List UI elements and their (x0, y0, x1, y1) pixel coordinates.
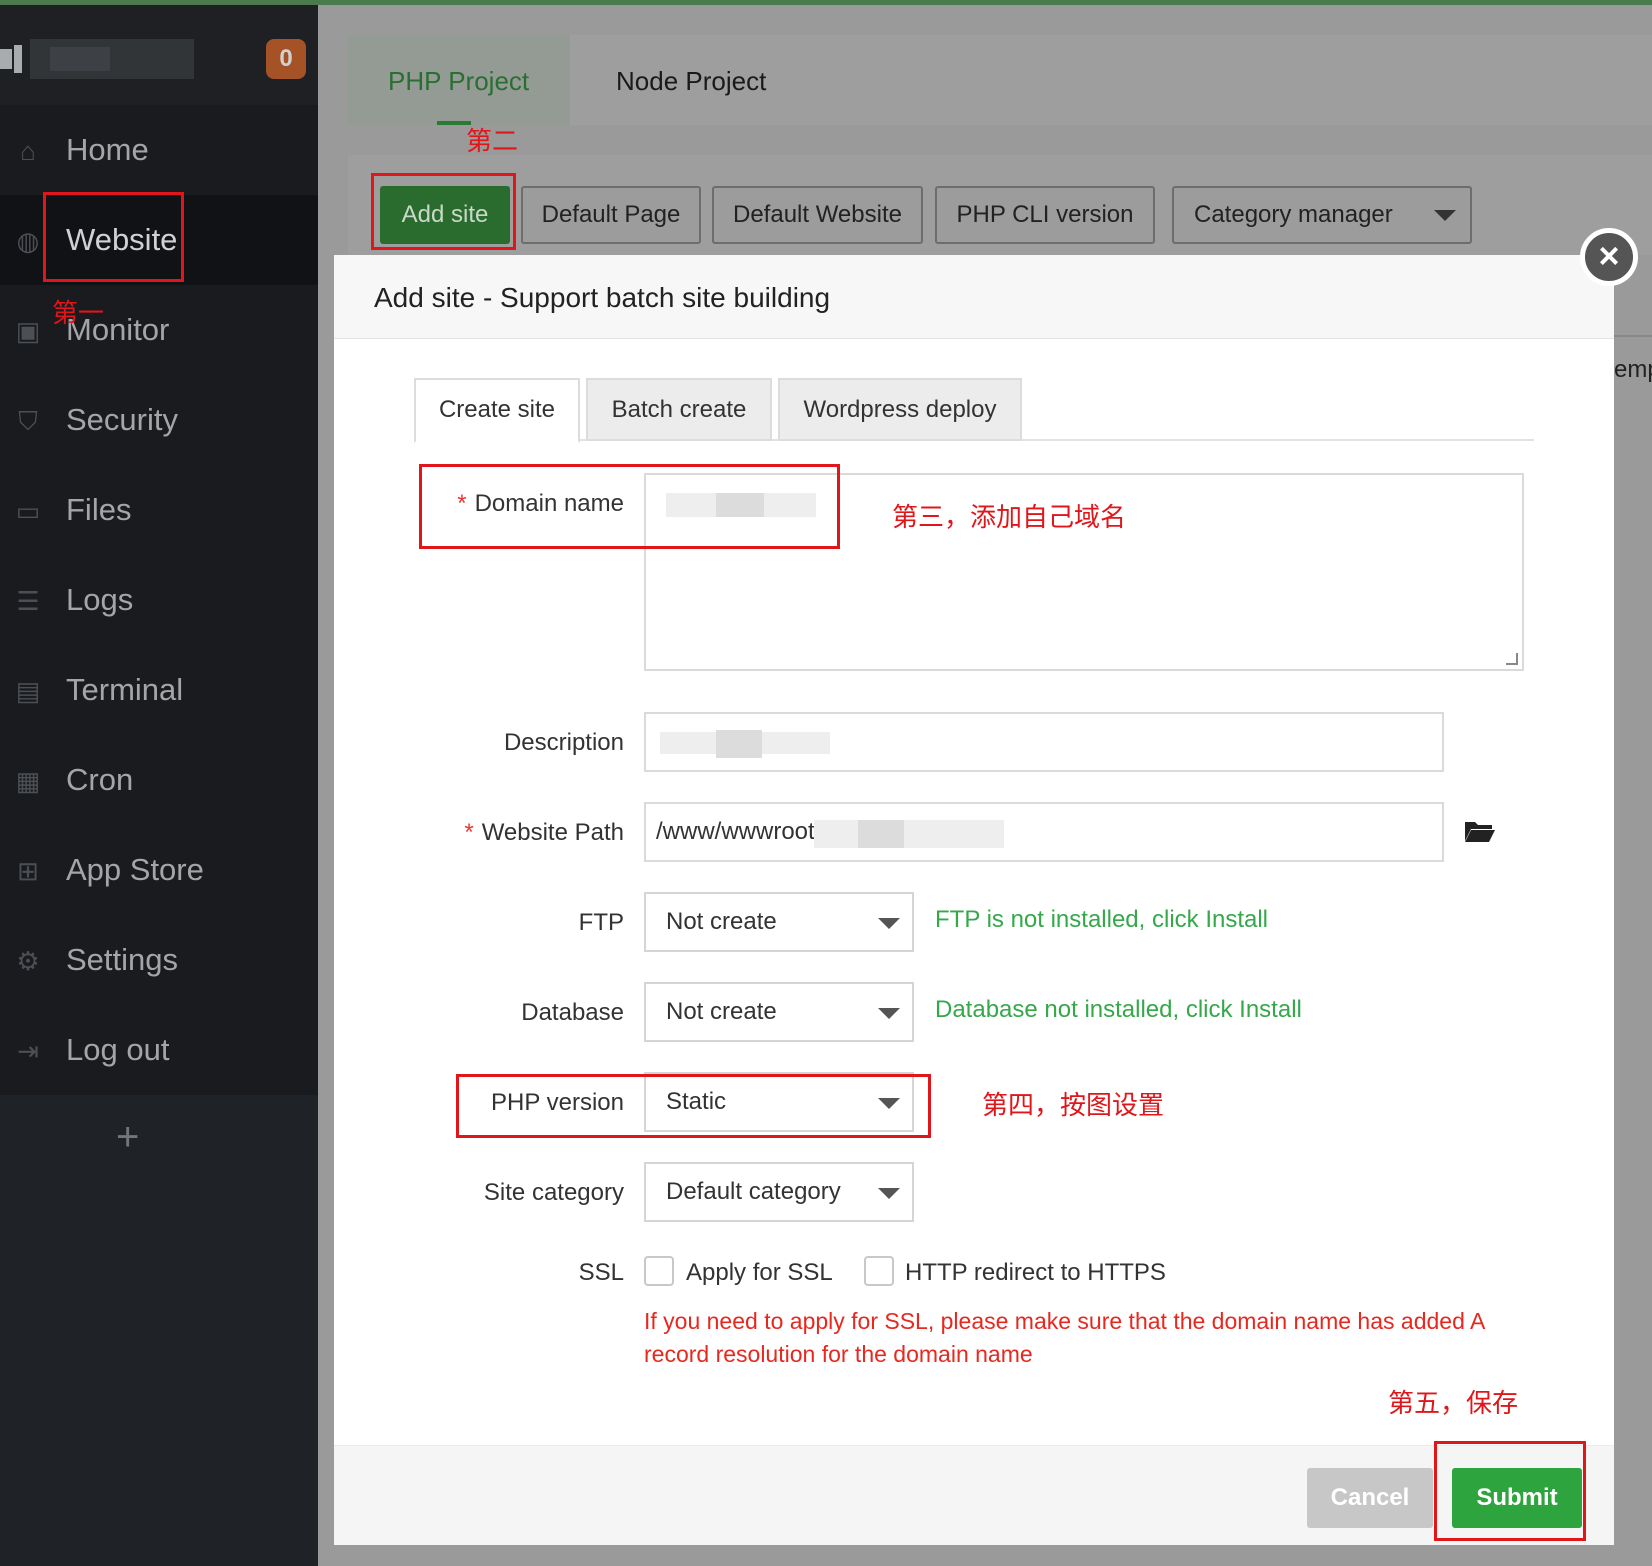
calendar-icon: ▦ (15, 766, 41, 796)
https-redirect-checkbox[interactable] (864, 1256, 894, 1286)
modal-header: Add site - Support batch site building (334, 255, 1614, 339)
tab-wordpress-deploy[interactable]: Wordpress deploy (778, 378, 1022, 441)
folder-icon: ▭ (15, 496, 41, 526)
https-redirect-label[interactable]: HTTP redirect to HTTPS (905, 1259, 1166, 1287)
site-category-select[interactable]: Default category (644, 1162, 914, 1222)
sidebar-item-cron[interactable]: ▦ Cron (0, 735, 318, 825)
sidebar-item-label: Settings (66, 942, 179, 977)
shield-icon: ⛉ (18, 406, 38, 436)
modal-title: Add site - Support batch site building (374, 282, 831, 313)
description-input[interactable] (644, 712, 1444, 772)
tab-php-project-label[interactable]: PHP Project (388, 66, 529, 97)
required-mark: * (464, 819, 474, 846)
annotation-step3: 第三，添加自己域名 (892, 503, 1127, 533)
home-icon: ⌂ (20, 136, 36, 166)
chevron-down-icon (878, 918, 900, 929)
sidebar-item-label: Files (66, 492, 132, 527)
background-divider (1614, 335, 1652, 337)
annotation-step1: 第一 (52, 299, 105, 329)
annotation-box-submit (1434, 1441, 1586, 1541)
category-manager-dropdown[interactable]: Category manager (1172, 186, 1472, 244)
resize-handle-icon[interactable] (1506, 653, 1518, 665)
database-install-link[interactable]: Database not installed, click Install (935, 996, 1302, 1024)
annotation-step5: 第五，保存 (1388, 1389, 1519, 1419)
annotation-box-php-version (456, 1074, 931, 1138)
description-label: Description (503, 729, 624, 756)
logout-icon: ⇥ (17, 1036, 39, 1066)
site-category-select-value: Default category (666, 1178, 841, 1205)
server-icon (0, 39, 22, 75)
sidebar-item-app-store[interactable]: ⊞ App Store (0, 825, 318, 915)
tab-create-site[interactable]: Create site (414, 378, 580, 443)
sidebar-item-logout[interactable]: ⇥ Log out (0, 1005, 318, 1095)
annotation-box-add-site (371, 173, 516, 250)
sidebar-item-label: Cron (66, 762, 134, 797)
default-page-button[interactable]: Default Page (521, 186, 701, 244)
annotation-box-domain (419, 464, 840, 549)
folder-open-icon[interactable] (1464, 819, 1496, 843)
chevron-down-icon (1434, 210, 1456, 221)
sidebar-item-terminal[interactable]: ▤ Terminal (0, 645, 318, 735)
default-website-button[interactable]: Default Website (712, 186, 923, 244)
chevron-down-icon (878, 1008, 900, 1019)
sidebar-footer (0, 1095, 318, 1566)
database-select[interactable]: Not create (644, 982, 914, 1042)
database-select-value: Not create (666, 998, 777, 1025)
sidebar-item-settings[interactable]: ⚙ Settings (0, 915, 318, 1005)
grid-icon: ⊞ (17, 856, 39, 886)
apply-ssl-label[interactable]: Apply for SSL (686, 1259, 833, 1287)
sidebar-item-logs[interactable]: ☰ Logs (0, 555, 318, 645)
ssl-warning-note: If you need to apply for SSL, please mak… (644, 1308, 1485, 1367)
blurred-value (814, 820, 1004, 848)
server-name-blurred (30, 39, 194, 79)
monitor-icon: ▣ (15, 316, 41, 346)
terminal-icon: ▤ (15, 676, 41, 706)
log-icon: ☰ (16, 586, 40, 616)
sidebar-header: 0 (0, 5, 318, 105)
gear-icon: ⚙ (16, 946, 40, 976)
ftp-install-link[interactable]: FTP is not installed, click Install (935, 906, 1268, 934)
add-site-modal: Add site - Support batch site building C… (334, 255, 1614, 1545)
website-path-input[interactable]: /www/wwwroot (644, 802, 1444, 862)
annotation-step4: 第四，按图设置 (982, 1091, 1165, 1121)
ftp-label: FTP (578, 909, 624, 936)
apply-ssl-checkbox[interactable] (644, 1256, 674, 1286)
website-path-label: * Website Path (434, 819, 624, 847)
ftp-select-value: Not create (666, 908, 777, 935)
add-shortcut-button[interactable]: + (116, 1115, 139, 1160)
site-category-label: Site category (483, 1179, 624, 1206)
background-partial-text: emp (1614, 356, 1652, 383)
sidebar-item-security[interactable]: ⛉ Security (0, 375, 318, 465)
sidebar-item-label: Security (66, 402, 178, 437)
blurred-value (858, 820, 904, 848)
category-manager-label: Category manager (1194, 201, 1393, 228)
ftp-select[interactable]: Not create (644, 892, 914, 952)
close-icon[interactable]: × (1580, 228, 1638, 286)
website-path-value: /www/wwwroot (656, 818, 815, 845)
ssl-label: SSL (578, 1259, 624, 1286)
globe-icon: ◍ (16, 226, 40, 256)
sidebar-item-label: App Store (66, 852, 204, 887)
database-label: Database (521, 999, 624, 1026)
website-path-label-text: Website Path (481, 819, 624, 846)
sidebar-item-files[interactable]: ▭ Files (0, 465, 318, 555)
sidebar-item-label: Log out (66, 1032, 170, 1067)
annotation-box-website (43, 192, 184, 282)
sidebar-item-monitor[interactable]: ▣ Monitor (0, 285, 318, 375)
modal-tabs: Create site Batch create Wordpress deplo… (414, 378, 1534, 443)
sidebar-item-label: Home (66, 132, 149, 167)
sidebar-item-label: Logs (66, 582, 134, 617)
php-cli-version-button[interactable]: PHP CLI version (935, 186, 1155, 244)
blurred-value (716, 730, 762, 758)
tab-batch-create[interactable]: Batch create (586, 378, 772, 441)
sidebar-item-label: Terminal (66, 672, 184, 707)
sidebar-item-home[interactable]: ⌂ Home (0, 105, 318, 195)
cancel-button[interactable]: Cancel (1307, 1468, 1433, 1528)
chevron-down-icon (878, 1188, 900, 1199)
annotation-step2: 第二 (466, 127, 519, 157)
notification-badge[interactable]: 0 (266, 39, 306, 79)
tab-node-project[interactable]: Node Project (616, 66, 766, 97)
